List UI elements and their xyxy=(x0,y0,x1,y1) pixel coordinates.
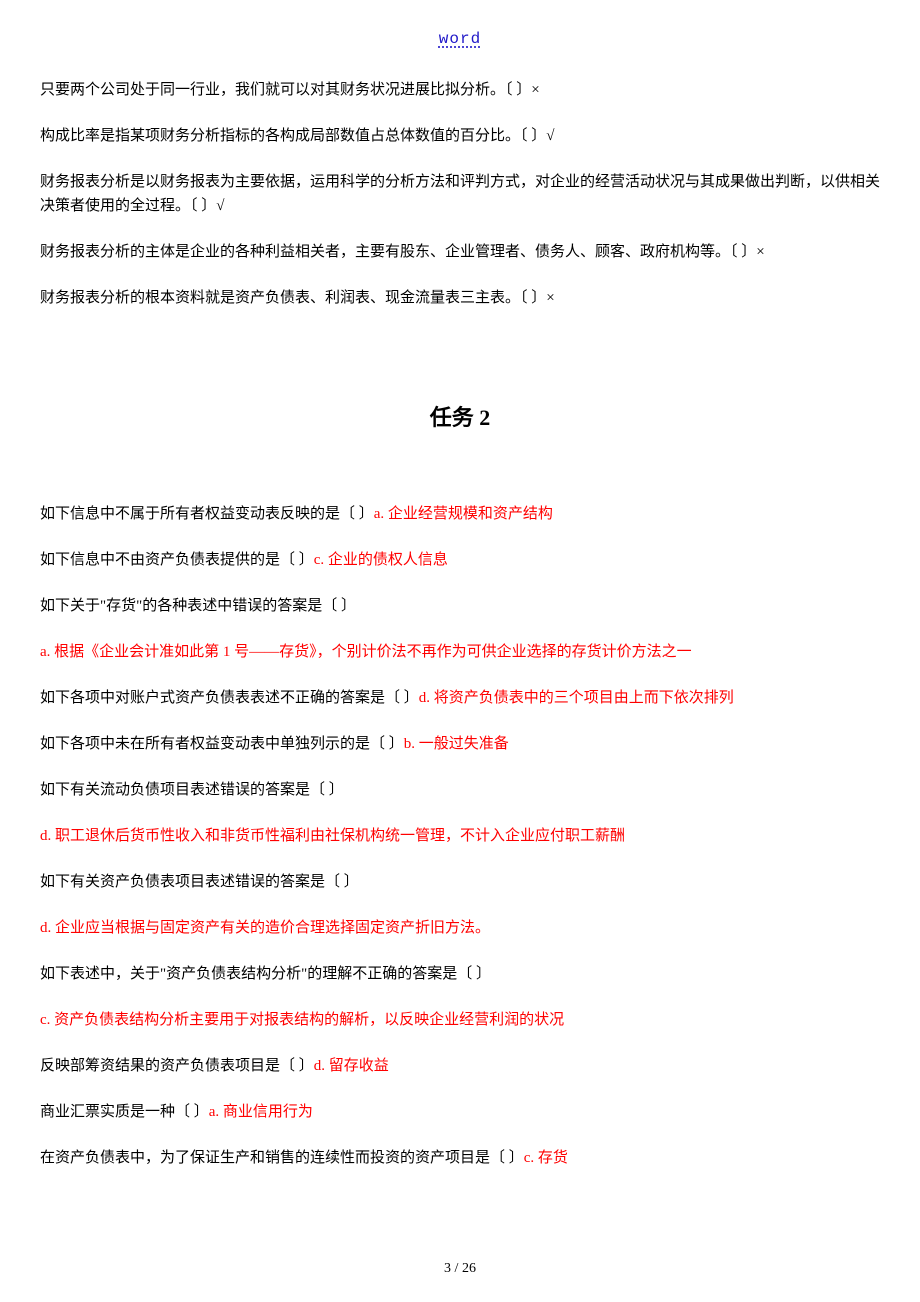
header-label: word xyxy=(439,30,481,48)
mc-answer: a. 商业信用行为 xyxy=(209,1104,313,1120)
mc-answer-3: a. 根据《企业会计准如此第 1 号——存货》，个别计价法不再作为可供企业选择的… xyxy=(40,640,880,664)
mc-question-7: 如下有关资产负债表项目表述错误的答案是〔 〕 xyxy=(40,870,880,894)
page-number-sep: / xyxy=(451,1261,462,1276)
mc-question-9: 反映部筹资结果的资产负债表项目是〔 〕d. 留存收益 xyxy=(40,1054,880,1078)
tf-question-5: 财务报表分析的根本资料就是资产负债表、利润表、现金流量表三主表。〔 〕× xyxy=(40,286,880,310)
section-title: 任务 2 xyxy=(40,400,880,432)
mc-stem: 如下有关资产负债表项目表述错误的答案是〔 〕 xyxy=(40,874,359,890)
mc-stem: 在资产负债表中，为了保证生产和销售的连续性而投资的资产项目是〔 〕 xyxy=(40,1150,524,1166)
mc-stem: 如下各项中对账户式资产负债表表述不正确的答案是〔 〕 xyxy=(40,690,419,706)
mc-question-10: 商业汇票实质是一种〔 〕a. 商业信用行为 xyxy=(40,1100,880,1124)
mc-question-8: 如下表述中，关于"资产负债表结构分析"的理解不正确的答案是〔 〕 xyxy=(40,962,880,986)
mc-question-5: 如下各项中未在所有者权益变动表中单独列示的是〔 〕b. 一般过失准备 xyxy=(40,732,880,756)
mc-stem: 如下信息中不属于所有者权益变动表反映的是〔 〕 xyxy=(40,506,374,522)
page-header: word xyxy=(40,30,880,48)
mc-stem: 反映部筹资结果的资产负债表项目是〔 〕 xyxy=(40,1058,314,1074)
mc-stem: 商业汇票实质是一种〔 〕 xyxy=(40,1104,209,1120)
tf-question-1: 只要两个公司处于同一行业，我们就可以对其财务状况进展比拟分析。〔 〕× xyxy=(40,78,880,102)
page-footer: 3 / 26 xyxy=(0,1261,920,1277)
page-number-current: 3 xyxy=(444,1261,451,1276)
mc-answer: d. 将资产负债表中的三个项目由上而下依次排列 xyxy=(419,690,734,706)
mc-question-1: 如下信息中不属于所有者权益变动表反映的是〔 〕a. 企业经营规模和资产结构 xyxy=(40,502,880,526)
mc-answer-8: c. 资产负债表结构分析主要用于对报表结构的解析，以反映企业经营利润的状况 xyxy=(40,1008,880,1032)
mc-stem: 如下各项中未在所有者权益变动表中单独列示的是〔 〕 xyxy=(40,736,404,752)
mc-answer: b. 一般过失准备 xyxy=(404,736,509,752)
mc-question-4: 如下各项中对账户式资产负债表表述不正确的答案是〔 〕d. 将资产负债表中的三个项… xyxy=(40,686,880,710)
mc-question-3: 如下关于"存货"的各种表述中错误的答案是〔 〕 xyxy=(40,594,880,618)
page-number-total: 26 xyxy=(462,1261,476,1276)
tf-question-2: 构成比率是指某项财务分析指标的各构成局部数值占总体数值的百分比。〔 〕√ xyxy=(40,124,880,148)
mc-answer: d. 留存收益 xyxy=(314,1058,389,1074)
mc-stem: 如下信息中不由资产负债表提供的是〔 〕 xyxy=(40,552,314,568)
mc-question-6: 如下有关流动负债项目表述错误的答案是〔 〕 xyxy=(40,778,880,802)
mc-answer-7: d. 企业应当根据与固定资产有关的造价合理选择固定资产折旧方法。 xyxy=(40,916,880,940)
mc-stem: 如下表述中，关于"资产负债表结构分析"的理解不正确的答案是〔 〕 xyxy=(40,966,491,982)
mc-question-11: 在资产负债表中，为了保证生产和销售的连续性而投资的资产项目是〔 〕c. 存货 xyxy=(40,1146,880,1170)
mc-stem: 如下关于"存货"的各种表述中错误的答案是〔 〕 xyxy=(40,598,356,614)
mc-answer: c. 存货 xyxy=(524,1150,568,1166)
mc-answer: a. 企业经营规模和资产结构 xyxy=(374,506,553,522)
mc-answer-6: d. 职工退休后货币性收入和非货币性福利由社保机构统一管理，不计入企业应付职工薪… xyxy=(40,824,880,848)
mc-answer: c. 企业的债权人信息 xyxy=(314,552,448,568)
mc-question-2: 如下信息中不由资产负债表提供的是〔 〕c. 企业的债权人信息 xyxy=(40,548,880,572)
document-page: word 只要两个公司处于同一行业，我们就可以对其财务状况进展比拟分析。〔 〕×… xyxy=(0,0,920,1302)
tf-question-4: 财务报表分析的主体是企业的各种利益相关者，主要有股东、企业管理者、债务人、顾客、… xyxy=(40,240,880,264)
tf-question-3: 财务报表分析是以财务报表为主要依据，运用科学的分析方法和评判方式，对企业的经营活… xyxy=(40,170,880,218)
mc-stem: 如下有关流动负债项目表述错误的答案是〔 〕 xyxy=(40,782,344,798)
